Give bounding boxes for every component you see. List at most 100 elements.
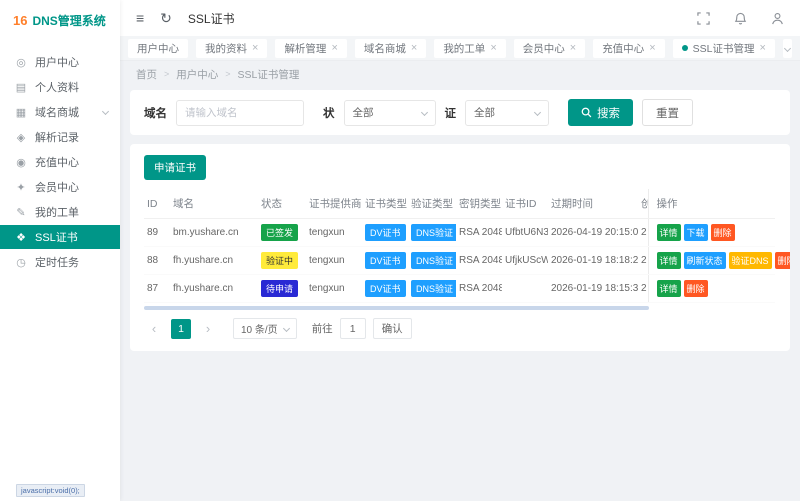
logo[interactable]: 16 DNS管理系统	[0, 0, 120, 40]
prev-page-button[interactable]: ‹	[144, 319, 164, 339]
tab-member-center[interactable]: 会员中心×	[514, 39, 585, 58]
column-header: 域名	[170, 189, 258, 219]
confirm-button[interactable]: 确认	[373, 318, 412, 339]
action-button-delete[interactable]: 删除	[684, 280, 708, 297]
page-number-button[interactable]: 1	[171, 319, 191, 339]
recharge-icon: ◉	[15, 156, 27, 169]
active-tab-dot-icon	[682, 45, 688, 51]
status-badge: 已签发	[261, 224, 298, 241]
tab-dns-manage[interactable]: 解析管理 ×	[275, 39, 346, 58]
cert-type-select[interactable]: 全部	[465, 100, 549, 126]
sidebar-item-label: SSL证书	[35, 229, 78, 245]
cell-actions: 详情删除	[648, 275, 775, 303]
column-header: 操作	[648, 189, 775, 219]
tabbar: 用户中心我的资料×解析管理×域名商城×我的工单×会员中心×充值中心×SSL证书管…	[120, 36, 800, 61]
action-button-verify-dns[interactable]: 验证DNS	[729, 252, 772, 269]
tab-recharge[interactable]: 充值中心×	[593, 39, 664, 58]
user-avatar-icon[interactable]	[771, 12, 784, 25]
tab-domain-mall[interactable]: 域名商城 ×	[355, 39, 426, 58]
close-icon[interactable]: ×	[490, 43, 496, 54]
close-icon[interactable]: ×	[252, 43, 258, 54]
cell-cert-id	[502, 275, 548, 303]
table-panel: 申请证书 ID域名状态证书提供商证书类型验证类型密钥类型证书ID过期时间创操作 …	[130, 144, 790, 351]
tab-user-center[interactable]: 用户中心	[128, 39, 188, 58]
sidebar-item-tickets[interactable]: ✎我的工单	[0, 200, 120, 224]
apply-cert-button[interactable]: 申请证书	[144, 155, 206, 180]
bell-icon[interactable]	[734, 12, 747, 25]
close-icon[interactable]: ×	[331, 43, 337, 54]
action-button-details[interactable]: 详情	[657, 224, 681, 241]
cell-id: 89	[144, 219, 170, 247]
sidebar-item-label: 我的工单	[35, 204, 79, 220]
chevron-down-icon	[534, 109, 541, 116]
breadcrumb-separator: >	[164, 69, 169, 79]
sidebar-item-profile[interactable]: ▤个人资料	[0, 75, 120, 99]
tab-ssl-manage[interactable]: SSL证书管理×	[673, 39, 775, 58]
refresh-icon[interactable]: ↻	[160, 10, 172, 27]
cell-actions: 详情刷新状态验证DNS删除	[648, 247, 775, 275]
action-button-details[interactable]: 详情	[657, 280, 681, 297]
horizontal-scrollbar[interactable]	[144, 306, 649, 310]
cell-cert-type: DV证书	[362, 275, 408, 303]
close-icon[interactable]: ×	[759, 43, 765, 54]
action-button-refresh-status[interactable]: 刷新状态	[684, 252, 726, 269]
close-icon[interactable]: ×	[649, 43, 655, 54]
tab-label: 解析管理	[284, 41, 326, 56]
cell-created-truncated: 2	[638, 219, 648, 247]
cell-cert-id: UfjkUScW	[502, 247, 548, 275]
ssl-cert-icon: ❖	[15, 231, 27, 244]
cell-created-truncated: 2	[638, 275, 648, 303]
verify-type-badge: DNS验证	[411, 224, 456, 241]
column-header: 密钥类型	[456, 189, 502, 219]
tabs-collapse-button[interactable]	[783, 39, 792, 58]
fullscreen-icon[interactable]	[697, 12, 710, 25]
breadcrumb-item[interactable]: 用户中心	[176, 67, 218, 82]
close-icon[interactable]: ×	[570, 43, 576, 54]
column-header: 证书类型	[362, 189, 408, 219]
sidebar-item-domain-mall[interactable]: ▦域名商城	[0, 100, 120, 124]
table-row: 88fh.yushare.cn验证中tengxunDV证书DNS验证RSA 20…	[144, 247, 775, 275]
sidebar-item-recharge[interactable]: ◉充值中心	[0, 150, 120, 174]
page-size-select[interactable]: 10 条/页	[233, 318, 297, 339]
sidebar-item-label: 用户中心	[35, 54, 79, 70]
breadcrumb-item[interactable]: 首页	[136, 67, 157, 82]
content: 域名 状 全部 证 全部 搜索 重置 申请证书	[120, 87, 800, 354]
jump-page-input[interactable]	[340, 318, 366, 339]
domain-field-label: 域名	[144, 105, 167, 121]
sidebar-menu: ◎用户中心▤个人资料▦域名商城◈解析记录◉充值中心✦会员中心✎我的工单 ❖ SSL证…	[0, 40, 120, 274]
logo-mark-icon: 16	[13, 13, 27, 28]
sidebar-item-user-center[interactable]: ◎用户中心	[0, 50, 120, 74]
status-select[interactable]: 全部	[344, 100, 436, 126]
statusbar-link-hint: javascript:void(0);	[16, 484, 85, 497]
column-header: 创	[638, 189, 648, 219]
tab-my-tickets[interactable]: 我的工单×	[434, 39, 505, 58]
domain-input[interactable]	[176, 100, 304, 126]
cell-provider: tengxun	[306, 247, 362, 275]
pagination: ‹ 1 › 10 条/页 前往 确认	[144, 318, 776, 339]
cell-expire-time: 2026-01-19 18:15:38	[548, 275, 638, 303]
action-button-details[interactable]: 详情	[657, 252, 681, 269]
sidebar-item-member[interactable]: ✦会员中心	[0, 175, 120, 199]
cell-domain: fh.yushare.cn	[170, 247, 258, 275]
sidebar-item-cron[interactable]: ◷定时任务	[0, 250, 120, 274]
hamburger-menu-icon[interactable]: ≡	[136, 10, 144, 26]
next-page-button[interactable]: ›	[198, 319, 218, 339]
cell-status: 待申请	[258, 275, 306, 303]
cell-verify-type: DNS验证	[408, 247, 456, 275]
reset-button[interactable]: 重置	[642, 99, 693, 126]
certificates-table: ID域名状态证书提供商证书类型验证类型密钥类型证书ID过期时间创操作 89bm.…	[144, 189, 775, 303]
close-icon[interactable]: ×	[411, 43, 417, 54]
page-size-value: 10 条/页	[241, 321, 278, 336]
action-button-delete[interactable]: 删除	[775, 252, 790, 269]
tab-my-profile[interactable]: 我的资料×	[196, 39, 267, 58]
status-field-label: 状	[323, 105, 335, 121]
search-button[interactable]: 搜索	[568, 99, 633, 126]
sidebar-item-ssl-cert[interactable]: ❖ SSL证书	[0, 225, 120, 249]
search-panel: 域名 状 全部 证 全部 搜索 重置	[130, 90, 790, 135]
cell-id: 88	[144, 247, 170, 275]
sidebar-item-dns-records[interactable]: ◈解析记录	[0, 125, 120, 149]
tab-label: 域名商城	[364, 41, 406, 56]
action-button-download[interactable]: 下载	[684, 224, 708, 241]
action-button-delete[interactable]: 删除	[711, 224, 735, 241]
member-icon: ✦	[15, 181, 27, 194]
